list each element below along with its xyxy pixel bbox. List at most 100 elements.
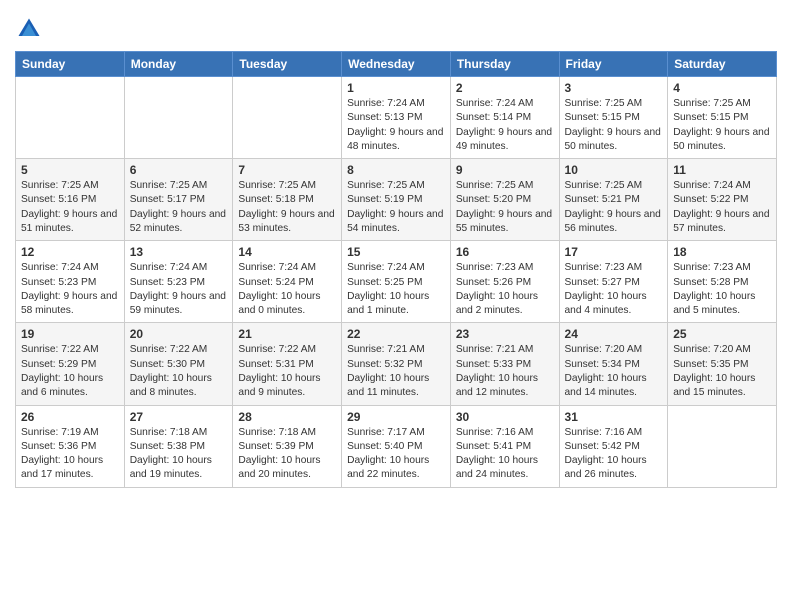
day-number: 13 [130,245,228,259]
calendar-cell: 21Sunrise: 7:22 AM Sunset: 5:31 PM Dayli… [233,323,342,405]
day-number: 29 [347,410,445,424]
day-info: Sunrise: 7:24 AM Sunset: 5:14 PM Dayligh… [456,97,554,154]
day-info: Sunrise: 7:20 AM Sunset: 5:35 PM Dayligh… [673,343,771,400]
day-info: Sunrise: 7:18 AM Sunset: 5:38 PM Dayligh… [130,426,228,483]
day-number: 31 [565,410,663,424]
calendar-cell: 22 Sunrise: 7:21 AM Sunset: 5:32 PM Dayli… [342,323,451,405]
calendar-cell: 5 Sunrise: 7:25 AM Sunset: 5:16 PM Daylig… [16,159,125,241]
calendar-week-row: 5 Sunrise: 7:25 AM Sunset: 5:16 PM Daylig… [16,159,777,241]
day-info: Sunrise: 7:16 AM Sunset: 5:42 PM Dayligh… [565,426,663,483]
calendar-week-row: 26 Sunrise: 7:19 AM Sunset: 5:36 PM Dayli… [16,405,777,487]
day-info: Sunrise: 7:20 AM Sunset: 5:34 PM Dayligh… [565,343,663,400]
calendar-cell [233,77,342,159]
calendar-cell [668,405,777,487]
day-number: 5 [21,163,119,177]
day-info: Sunrise: 7:25 AM Sunset: 5:20 PM Dayligh… [456,179,554,236]
calendar-cell: 24 Sunrise: 7:20 AM Sunset: 5:34 PM Dayli… [559,323,668,405]
calendar-cell: 12 Sunrise: 7:24 AM Sunset: 5:23 PM Dayli… [16,241,125,323]
day-info: Sunrise: 7:21 AM Sunset: 5:32 PM Dayligh… [347,343,445,400]
calendar-cell: 28 Sunrise: 7:18 AM Sunset: 5:39 PM Dayli… [233,405,342,487]
calendar-cell: 9 Sunrise: 7:25 AM Sunset: 5:20 PM Daylig… [450,159,559,241]
day-number: 22 [347,327,445,341]
day-info: Sunrise: 7:17 AM Sunset: 5:40 PM Dayligh… [347,426,445,483]
day-info: Sunrise: 7:16 AM Sunset: 5:41 PM Dayligh… [456,426,554,483]
day-number: 27 [130,410,228,424]
day-info: Sunrise: 7:24 AM Sunset: 5:13 PM Dayligh… [347,97,445,154]
day-number: 8 [347,163,445,177]
calendar-cell: 7 Sunrise: 7:25 AM Sunset: 5:18 PM Daylig… [233,159,342,241]
day-number: 24 [565,327,663,341]
weekday-header-wednesday: Wednesday [342,52,451,77]
day-number: 11 [673,163,771,177]
day-info: Sunrise: 7:18 AM Sunset: 5:39 PM Dayligh… [238,426,336,483]
calendar-cell [124,77,233,159]
day-info: Sunrise: 7:22 AM Sunset: 5:30 PM Dayligh… [130,343,228,400]
calendar-cell: 1 Sunrise: 7:24 AM Sunset: 5:13 PM Daylig… [342,77,451,159]
day-info: Sunrise: 7:19 AM Sunset: 5:36 PM Dayligh… [21,426,119,483]
calendar-cell: 6 Sunrise: 7:25 AM Sunset: 5:17 PM Daylig… [124,159,233,241]
calendar-cell: 18 Sunrise: 7:23 AM Sunset: 5:28 PM Dayli… [668,241,777,323]
day-info: Sunrise: 7:22 AM Sunset: 5:29 PM Dayligh… [21,343,119,400]
day-info: Sunrise: 7:23 AM Sunset: 5:27 PM Dayligh… [565,261,663,318]
day-number: 3 [565,81,663,95]
calendar-cell: 29 Sunrise: 7:17 AM Sunset: 5:40 PM Dayli… [342,405,451,487]
header [15,10,777,43]
weekday-header-row: SundayMondayTuesdayWednesdayThursdayFrid… [16,52,777,77]
day-number: 26 [21,410,119,424]
calendar-cell [16,77,125,159]
day-info: Sunrise: 7:24 AM Sunset: 5:25 PM Dayligh… [347,261,445,318]
weekday-header-friday: Friday [559,52,668,77]
day-number: 23 [456,327,554,341]
calendar-cell: 8 Sunrise: 7:25 AM Sunset: 5:19 PM Daylig… [342,159,451,241]
day-info: Sunrise: 7:22 AM Sunset: 5:31 PM Dayligh… [238,343,336,400]
day-info: Sunrise: 7:23 AM Sunset: 5:28 PM Dayligh… [673,261,771,318]
page: SundayMondayTuesdayWednesdayThursdayFrid… [0,0,792,612]
day-info: Sunrise: 7:25 AM Sunset: 5:19 PM Dayligh… [347,179,445,236]
day-number: 30 [456,410,554,424]
day-number: 28 [238,410,336,424]
day-info: Sunrise: 7:25 AM Sunset: 5:21 PM Dayligh… [565,179,663,236]
day-info: Sunrise: 7:25 AM Sunset: 5:16 PM Dayligh… [21,179,119,236]
day-number: 1 [347,81,445,95]
calendar-cell: 17 Sunrise: 7:23 AM Sunset: 5:27 PM Dayli… [559,241,668,323]
calendar-cell: 10 Sunrise: 7:25 AM Sunset: 5:21 PM Dayli… [559,159,668,241]
calendar-cell: 15Sunrise: 7:24 AM Sunset: 5:25 PM Dayli… [342,241,451,323]
day-info: Sunrise: 7:25 AM Sunset: 5:15 PM Dayligh… [565,97,663,154]
calendar-cell: 4 Sunrise: 7:25 AM Sunset: 5:15 PM Daylig… [668,77,777,159]
weekday-header-sunday: Sunday [16,52,125,77]
calendar-cell: 26 Sunrise: 7:19 AM Sunset: 5:36 PM Dayli… [16,405,125,487]
calendar-cell: 11Sunrise: 7:24 AM Sunset: 5:22 PM Dayli… [668,159,777,241]
logo-icon [15,15,43,43]
day-number: 20 [130,327,228,341]
calendar-cell: 30 Sunrise: 7:16 AM Sunset: 5:41 PM Dayli… [450,405,559,487]
day-info: Sunrise: 7:25 AM Sunset: 5:18 PM Dayligh… [238,179,336,236]
day-info: Sunrise: 7:24 AM Sunset: 5:23 PM Dayligh… [21,261,119,318]
day-info: Sunrise: 7:24 AM Sunset: 5:24 PM Dayligh… [238,261,336,318]
calendar-cell: 16 Sunrise: 7:23 AM Sunset: 5:26 PM Dayli… [450,241,559,323]
calendar-cell: 20 Sunrise: 7:22 AM Sunset: 5:30 PM Dayli… [124,323,233,405]
day-number: 25 [673,327,771,341]
logo [15,15,47,43]
day-number: 12 [21,245,119,259]
day-info: Sunrise: 7:25 AM Sunset: 5:15 PM Dayligh… [673,97,771,154]
calendar-cell: 31 Sunrise: 7:16 AM Sunset: 5:42 PM Dayli… [559,405,668,487]
day-info: Sunrise: 7:25 AM Sunset: 5:17 PM Dayligh… [130,179,228,236]
day-number: 14 [238,245,336,259]
calendar-cell: 27 Sunrise: 7:18 AM Sunset: 5:38 PM Dayli… [124,405,233,487]
day-number: 9 [456,163,554,177]
day-info: Sunrise: 7:24 AM Sunset: 5:23 PM Dayligh… [130,261,228,318]
day-number: 7 [238,163,336,177]
day-number: 6 [130,163,228,177]
day-number: 4 [673,81,771,95]
day-number: 19 [21,327,119,341]
day-number: 17 [565,245,663,259]
day-number: 18 [673,245,771,259]
day-number: 16 [456,245,554,259]
calendar-cell: 3 Sunrise: 7:25 AM Sunset: 5:15 PM Daylig… [559,77,668,159]
calendar-cell: 13 Sunrise: 7:24 AM Sunset: 5:23 PM Dayli… [124,241,233,323]
day-number: 10 [565,163,663,177]
calendar-cell: 19 Sunrise: 7:22 AM Sunset: 5:29 PM Dayli… [16,323,125,405]
day-info: Sunrise: 7:23 AM Sunset: 5:26 PM Dayligh… [456,261,554,318]
calendar-cell: 14 Sunrise: 7:24 AM Sunset: 5:24 PM Dayli… [233,241,342,323]
calendar: SundayMondayTuesdayWednesdayThursdayFrid… [15,51,777,488]
